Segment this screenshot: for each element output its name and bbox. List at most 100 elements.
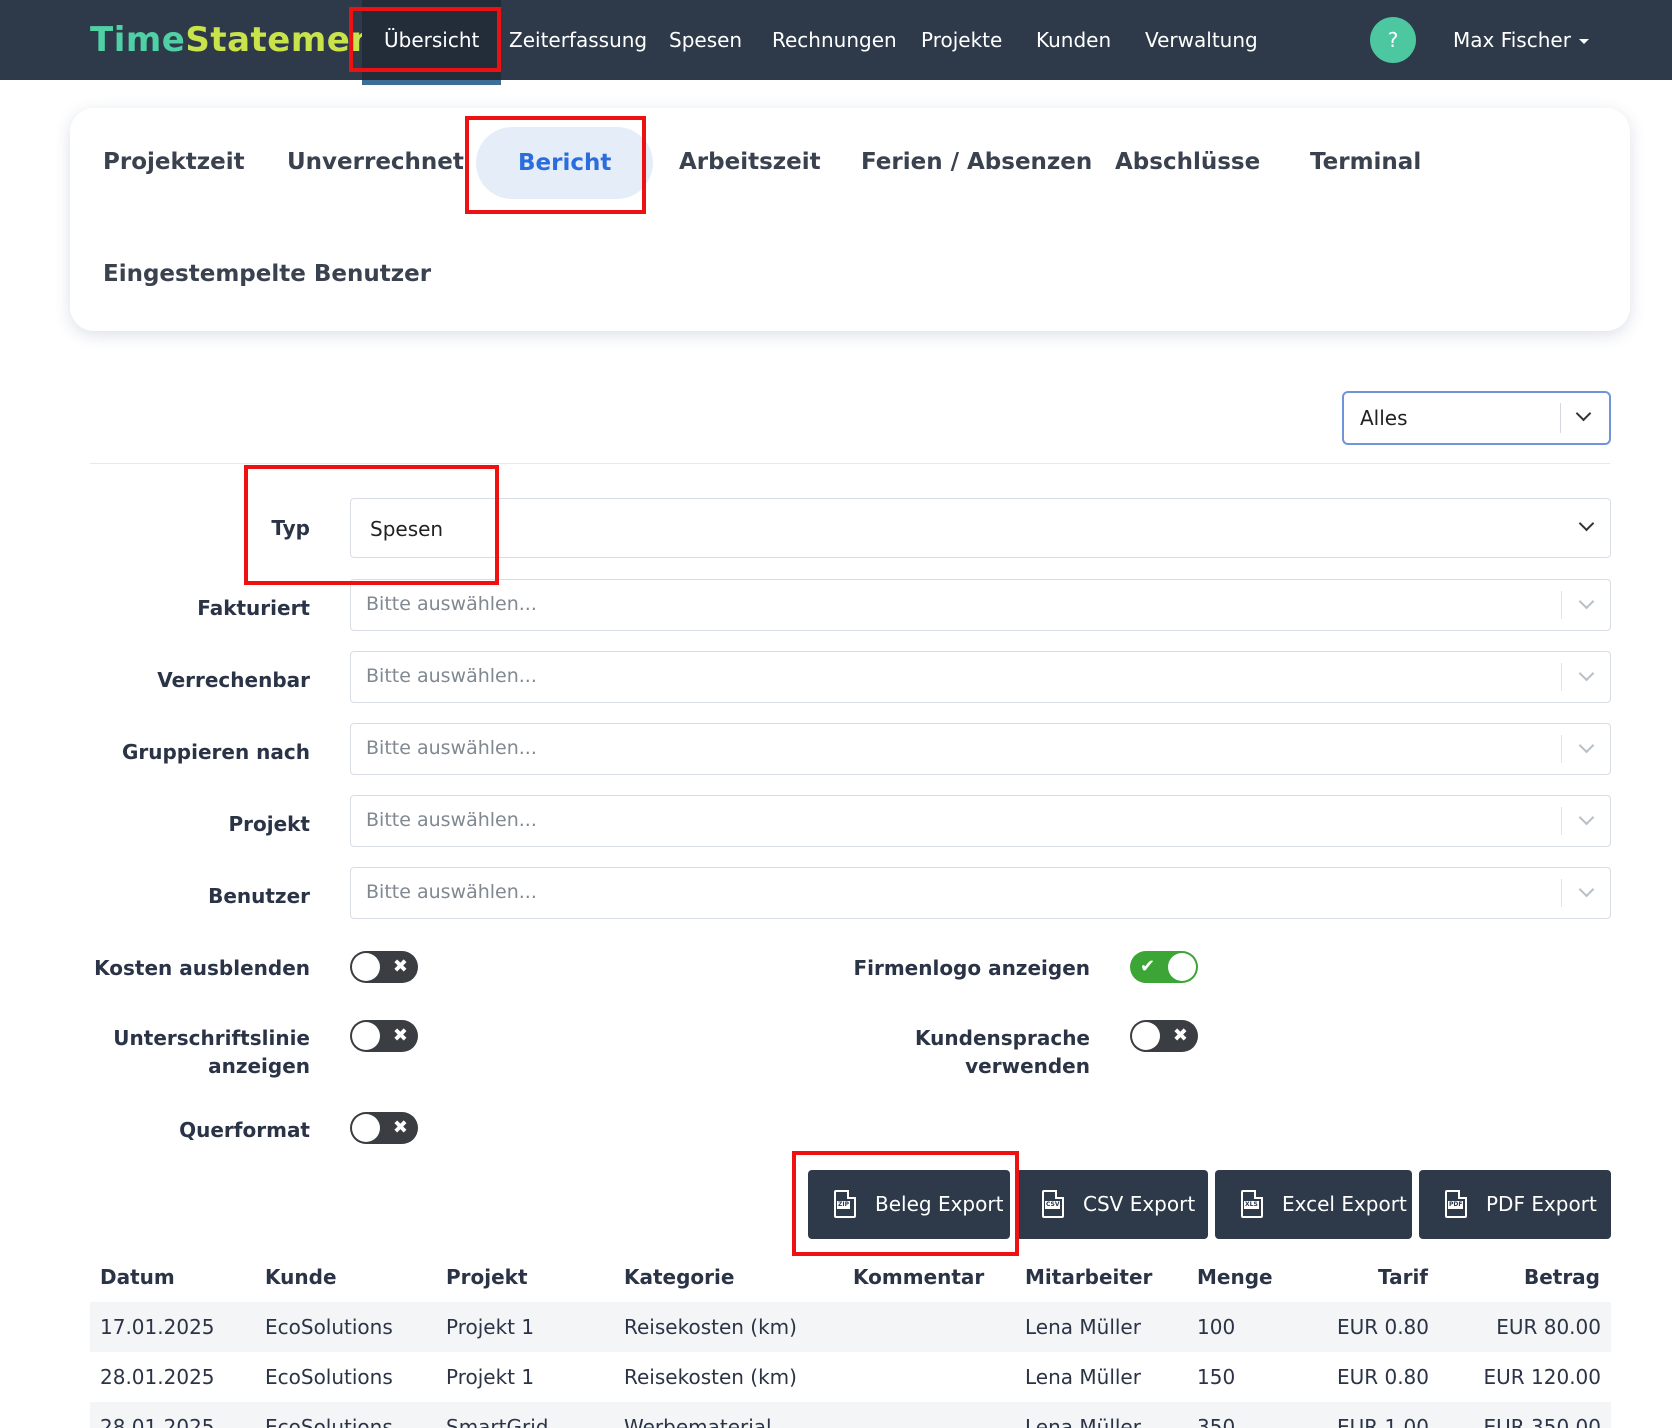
chevron-down-icon	[1578, 515, 1595, 532]
caret-down-icon	[1578, 39, 1589, 44]
tab-unverrechnet[interactable]: Unverrechnet	[287, 149, 464, 175]
kosten-ausblenden-toggle[interactable]: ✖	[350, 951, 418, 983]
nav-spesen[interactable]: Spesen	[669, 0, 742, 80]
gruppieren-placeholder: Bitte auswählen...	[366, 737, 537, 759]
brand-part2: Statement	[185, 20, 392, 60]
unterschriftslinie-toggle[interactable]: ✖	[350, 1020, 418, 1052]
cell-tarif: EUR 0.80	[1336, 1365, 1429, 1389]
cell-kunde: EcoSolutions	[265, 1315, 393, 1339]
tab-ferien-absenzen[interactable]: Ferien / Absenzen	[861, 149, 1092, 175]
zip-file-icon: ZIP	[834, 1190, 856, 1218]
projekt-select[interactable]: Bitte auswählen...	[350, 795, 1611, 847]
fakturiert-select[interactable]: Bitte auswählen...	[350, 579, 1611, 631]
scope-select-value: Alles	[1360, 406, 1408, 430]
user-menu[interactable]: Max Fischer	[1453, 0, 1589, 80]
tab-projektzeit[interactable]: Projektzeit	[103, 149, 245, 175]
check-icon: ✔	[1140, 956, 1156, 977]
brand-logo[interactable]: TimeStatement	[90, 20, 392, 60]
table-row[interactable]: 17.01.2025 EcoSolutions Projekt 1 Reisek…	[90, 1302, 1611, 1352]
col-tarif[interactable]: Tarif	[1378, 1265, 1428, 1289]
nav-verwaltung[interactable]: Verwaltung	[1145, 0, 1258, 80]
querformat-toggle[interactable]: ✖	[350, 1112, 418, 1144]
chevron-down-icon	[1578, 665, 1595, 682]
zip-tag: ZIP	[837, 1201, 850, 1209]
col-projekt[interactable]: Projekt	[446, 1265, 528, 1289]
help-button[interactable]: ?	[1370, 17, 1416, 63]
scope-select[interactable]: Alles	[1342, 391, 1611, 445]
tab-bericht[interactable]: Bericht	[476, 127, 654, 199]
select-separator	[1561, 879, 1562, 907]
user-name: Max Fischer	[1453, 28, 1571, 52]
col-kommentar[interactable]: Kommentar	[853, 1265, 984, 1289]
gruppieren-select[interactable]: Bitte auswählen...	[350, 723, 1611, 775]
xls-tag: XLS	[1244, 1201, 1259, 1209]
csv-tag: CSV	[1045, 1201, 1061, 1209]
benutzer-placeholder: Bitte auswählen...	[366, 881, 537, 903]
table-row[interactable]: 28.01.2025 EcoSolutions SmartGrid Werbem…	[90, 1402, 1611, 1428]
pdf-export-label: PDF Export	[1486, 1192, 1597, 1216]
pdf-export-button[interactable]: PDF PDF Export	[1419, 1170, 1611, 1239]
cell-menge: 150	[1197, 1365, 1236, 1389]
cell-projekt: Projekt 1	[446, 1365, 535, 1389]
unterschriftslinie-label-line2: anzeigen	[208, 1054, 310, 1078]
tab-eingestempelte-benutzer[interactable]: Eingestempelte Benutzer	[103, 261, 431, 287]
kundensprache-toggle[interactable]: ✖	[1130, 1020, 1198, 1052]
cell-mitarbeiter: Lena Müller	[1025, 1415, 1141, 1428]
cell-kategorie: Werbematerial	[624, 1415, 772, 1428]
table-row[interactable]: 28.01.2025 EcoSolutions Projekt 1 Reisek…	[90, 1352, 1611, 1402]
brand-part1: Time	[90, 20, 186, 60]
cell-betrag: EUR 80.00	[1496, 1315, 1601, 1339]
nav-projekte[interactable]: Projekte	[921, 0, 1002, 80]
projekt-placeholder: Bitte auswählen...	[366, 809, 537, 831]
projekt-label: Projekt	[228, 812, 310, 836]
nav-uebersicht[interactable]: Übersicht	[362, 0, 502, 85]
chevron-down-icon	[1578, 737, 1595, 754]
tab-arbeitszeit[interactable]: Arbeitszeit	[679, 149, 821, 175]
kundensprache-label-line2: verwenden	[965, 1054, 1090, 1078]
unterschriftslinie-label: Unterschriftslinie anzeigen	[113, 1024, 310, 1080]
excel-export-button[interactable]: XLS Excel Export	[1215, 1170, 1412, 1239]
x-icon: ✖	[392, 956, 408, 977]
cell-tarif: EUR 1.00	[1336, 1415, 1429, 1428]
querformat-label: Querformat	[179, 1118, 310, 1142]
cell-projekt: SmartGrid	[446, 1415, 549, 1428]
beleg-export-button[interactable]: ZIP Beleg Export	[808, 1170, 1010, 1239]
cell-datum: 17.01.2025	[100, 1315, 215, 1339]
cell-menge: 350	[1197, 1415, 1236, 1428]
col-menge[interactable]: Menge	[1197, 1265, 1273, 1289]
top-navbar: TimeStatement Übersicht Zeiterfassung Sp…	[0, 0, 1672, 85]
cell-datum: 28.01.2025	[100, 1365, 215, 1389]
csv-export-button[interactable]: CSV CSV Export	[1016, 1170, 1208, 1239]
nav-rechnungen[interactable]: Rechnungen	[772, 0, 897, 80]
select-separator	[1561, 807, 1562, 835]
cell-betrag: EUR 120.00	[1483, 1365, 1601, 1389]
chevron-down-icon	[1578, 593, 1595, 610]
tab-abschluesse[interactable]: Abschlüsse	[1115, 149, 1260, 175]
select-separator	[1561, 663, 1562, 691]
firmenlogo-toggle[interactable]: ✔	[1130, 951, 1198, 983]
cell-kunde: EcoSolutions	[265, 1365, 393, 1389]
select-separator	[1561, 591, 1562, 619]
fakturiert-placeholder: Bitte auswählen...	[366, 593, 537, 615]
typ-select-value: Spesen	[370, 517, 444, 541]
chevron-down-icon	[1578, 881, 1595, 898]
col-datum[interactable]: Datum	[100, 1265, 175, 1289]
unterschriftslinie-label-line1: Unterschriftslinie	[113, 1026, 310, 1050]
benutzer-select[interactable]: Bitte auswählen...	[350, 867, 1611, 919]
verrechenbar-select[interactable]: Bitte auswählen...	[350, 651, 1611, 703]
col-betrag[interactable]: Betrag	[1524, 1265, 1600, 1289]
x-icon: ✖	[1172, 1025, 1188, 1046]
typ-select[interactable]: Spesen	[350, 498, 1611, 558]
chevron-down-icon	[1578, 809, 1595, 826]
nav-kunden[interactable]: Kunden	[1036, 0, 1111, 80]
tab-terminal[interactable]: Terminal	[1310, 149, 1421, 175]
xls-file-icon: XLS	[1241, 1190, 1263, 1218]
cell-datum: 28.01.2025	[100, 1415, 215, 1428]
nav-zeiterfassung[interactable]: Zeiterfassung	[509, 0, 647, 80]
col-mitarbeiter[interactable]: Mitarbeiter	[1025, 1265, 1152, 1289]
cell-tarif: EUR 0.80	[1336, 1315, 1429, 1339]
col-kategorie[interactable]: Kategorie	[624, 1265, 734, 1289]
csv-export-label: CSV Export	[1083, 1192, 1196, 1216]
csv-file-icon: CSV	[1042, 1190, 1064, 1218]
col-kunde[interactable]: Kunde	[265, 1265, 337, 1289]
